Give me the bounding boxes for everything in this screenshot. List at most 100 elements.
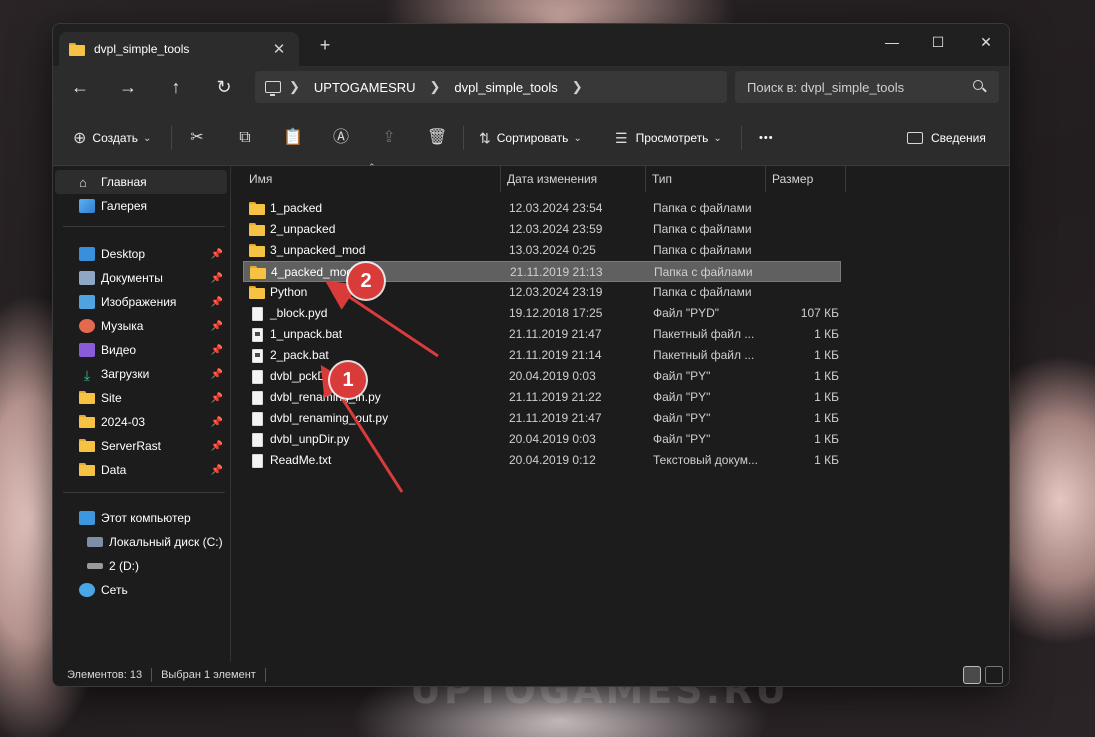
sidebar-item-video[interactable]: Видео 📌	[55, 338, 227, 362]
details-pane-button[interactable]: Сведения	[907, 124, 986, 152]
sidebar-item-this-pc[interactable]: Этот компьютер	[55, 506, 227, 530]
column-header-type[interactable]: Тип	[646, 166, 766, 192]
close-window-button[interactable]: ✕	[963, 28, 1009, 56]
file-row[interactable]: 4_packed_mod 21.11.2019 21:13 Папка с файл…	[243, 261, 841, 282]
column-header-name-label: Имя	[249, 172, 273, 186]
pin-icon[interactable]: 📌	[211, 441, 223, 452]
file-name: dvbl_renaming_in.py	[270, 390, 381, 404]
sidebar-item-2024-03[interactable]: 2024-03 📌	[55, 410, 227, 434]
file-name-cell: dvbl_renaming_out.py	[249, 408, 388, 429]
sidebar-item-music[interactable]: Музыка 📌	[55, 314, 227, 338]
sidebar-item-drive-c[interactable]: Локальный диск (C:)	[55, 530, 227, 554]
delete-icon[interactable]: 🗑	[427, 128, 447, 148]
network-icon	[79, 583, 95, 597]
paste-icon[interactable]: 📋	[283, 128, 303, 148]
sidebar-item-pictures[interactable]: Изображения 📌	[55, 290, 227, 314]
chevron-right-icon[interactable]: ❯	[572, 79, 583, 95]
pin-icon[interactable]: 📌	[211, 369, 223, 380]
file-type: Папка с файлами	[653, 285, 752, 299]
file-row[interactable]: 1_unpack.bat 21.11.2019 21:47 Пакетный фай…	[243, 324, 841, 345]
search-icon[interactable]	[973, 80, 987, 94]
refresh-button[interactable]: ↻	[209, 74, 239, 102]
sidebar-item-serverrast[interactable]: ServerRast 📌	[55, 434, 227, 458]
back-button[interactable]: ←	[65, 74, 95, 102]
file-icon	[249, 432, 265, 447]
file-row[interactable]: 3_unpacked_mod 13.03.2024 0:25 Папка с фай…	[243, 240, 841, 261]
maximize-button[interactable]: ☐	[915, 28, 961, 56]
file-row[interactable]: Python 12.03.2024 23:19 Папка с файлами	[243, 282, 841, 303]
details-pane-icon	[907, 132, 923, 144]
more-options-button[interactable]: •••	[759, 124, 774, 152]
file-row[interactable]: _block.pyd 19.12.2018 17:25 Файл "PYD" 107 …	[243, 303, 841, 324]
folder-icon	[249, 202, 265, 215]
breadcrumb-uptogamesru[interactable]: UPTOGAMESRU	[314, 80, 416, 95]
title-bar: dvpl_simple_tools ✕ + — ☐ ✕	[53, 24, 1009, 66]
sidebar-item-label: Загрузки	[101, 367, 150, 381]
tab-title: dvpl_simple_tools	[94, 42, 190, 56]
sidebar-item-label: Музыка	[101, 319, 144, 333]
up-button[interactable]: ↑	[161, 74, 191, 102]
file-size	[774, 262, 840, 283]
cut-icon[interactable]: ✂	[187, 128, 207, 148]
details-view-icon[interactable]	[963, 666, 981, 684]
column-header-date[interactable]: Дата изменения	[501, 166, 646, 192]
column-header-name[interactable]: Имя ⌃	[243, 162, 501, 192]
chevron-right-icon[interactable]: ❯	[289, 79, 300, 95]
sidebar-item-documents[interactable]: Документы 📌	[55, 266, 227, 290]
sidebar-item-data[interactable]: Data 📌	[55, 458, 227, 482]
search-input[interactable]	[747, 79, 973, 95]
file-row[interactable]: 1_packed 12.03.2024 23:54 Папка с файлами	[243, 198, 841, 219]
close-tab-icon[interactable]: ✕	[269, 40, 289, 58]
pin-icon[interactable]: 📌	[211, 273, 223, 284]
toolbar-divider	[171, 126, 172, 150]
file-row[interactable]: dvbl_unpDir.py 20.04.2019 0:03 Файл "PY" 1 …	[243, 429, 841, 450]
pin-icon[interactable]: 📌	[211, 249, 223, 260]
minimize-button[interactable]: —	[869, 28, 915, 56]
add-icon: ⊕	[73, 130, 87, 147]
address-bar[interactable]: ❯ UPTOGAMESRU ❯ dvpl_simple_tools ❯	[255, 71, 727, 103]
pin-icon[interactable]: 📌	[211, 345, 223, 356]
chevron-right-icon[interactable]: ❯	[430, 79, 441, 95]
sidebar-item-label: Site	[101, 391, 122, 405]
file-row[interactable]: 2_pack.bat 21.11.2019 21:14 Пакетный файл …	[243, 345, 841, 366]
file-row[interactable]: 2_unpacked 12.03.2024 23:59 Папка с файлам…	[243, 219, 841, 240]
file-row[interactable]: ReadMe.txt 20.04.2019 0:12 Текстовый докум…	[243, 450, 841, 471]
pin-icon[interactable]: 📌	[211, 465, 223, 476]
tab-dvpl-simple-tools[interactable]: dvpl_simple_tools ✕	[59, 32, 299, 66]
pin-icon[interactable]: 📌	[211, 297, 223, 308]
share-icon[interactable]: ⇪	[379, 128, 399, 148]
create-button[interactable]: ⊕ Создать ⌄	[73, 124, 151, 152]
sidebar-item-downloads[interactable]: ⤓ Загрузки 📌	[55, 362, 227, 386]
copy-icon[interactable]: ⧉	[235, 128, 255, 148]
sort-button[interactable]: ⇅ Сортировать ⌄	[479, 124, 582, 152]
file-size: 1 КБ	[814, 390, 839, 404]
column-header-size[interactable]: Размер	[766, 166, 846, 192]
file-type: Папка с файлами	[653, 222, 752, 236]
new-tab-button[interactable]: +	[315, 35, 335, 56]
sidebar-item-gallery[interactable]: Галерея	[55, 194, 227, 218]
file-type: Пакетный файл ...	[653, 327, 755, 341]
computer-icon	[79, 511, 95, 525]
rename-icon[interactable]: Ⓐ	[331, 128, 351, 148]
breadcrumb-dvpl-simple-tools[interactable]: dvpl_simple_tools	[454, 80, 557, 95]
sidebar-item-network[interactable]: Сеть	[55, 578, 227, 602]
file-date: 20.04.2019 0:03	[509, 432, 596, 446]
view-button[interactable]: ☰ Просмотреть ⌄	[615, 124, 722, 152]
search-box[interactable]	[735, 71, 999, 103]
sidebar-item-site[interactable]: Site 📌	[55, 386, 227, 410]
forward-button[interactable]: →	[113, 74, 143, 102]
sidebar-item-desktop[interactable]: Desktop 📌	[55, 242, 227, 266]
sidebar-divider	[63, 226, 225, 227]
file-row[interactable]: dvbl_renaming_out.py 21.11.2019 21:47 Файл…	[243, 408, 841, 429]
sidebar-item-drive-d[interactable]: 2 (D:)	[55, 554, 227, 578]
folder-icon	[79, 463, 95, 477]
details-label: Сведения	[931, 131, 986, 145]
status-bar: Элементов: 13 Выбран 1 элемент	[53, 662, 1009, 686]
pin-icon[interactable]: 📌	[211, 417, 223, 428]
sidebar-item-home[interactable]: ⌂ Главная	[55, 170, 227, 194]
large-icons-view-icon[interactable]	[985, 666, 1003, 684]
chevron-down-icon: ⌄	[713, 132, 722, 144]
pin-icon[interactable]: 📌	[211, 321, 223, 332]
pin-icon[interactable]: 📌	[211, 393, 223, 404]
file-size	[773, 198, 839, 219]
